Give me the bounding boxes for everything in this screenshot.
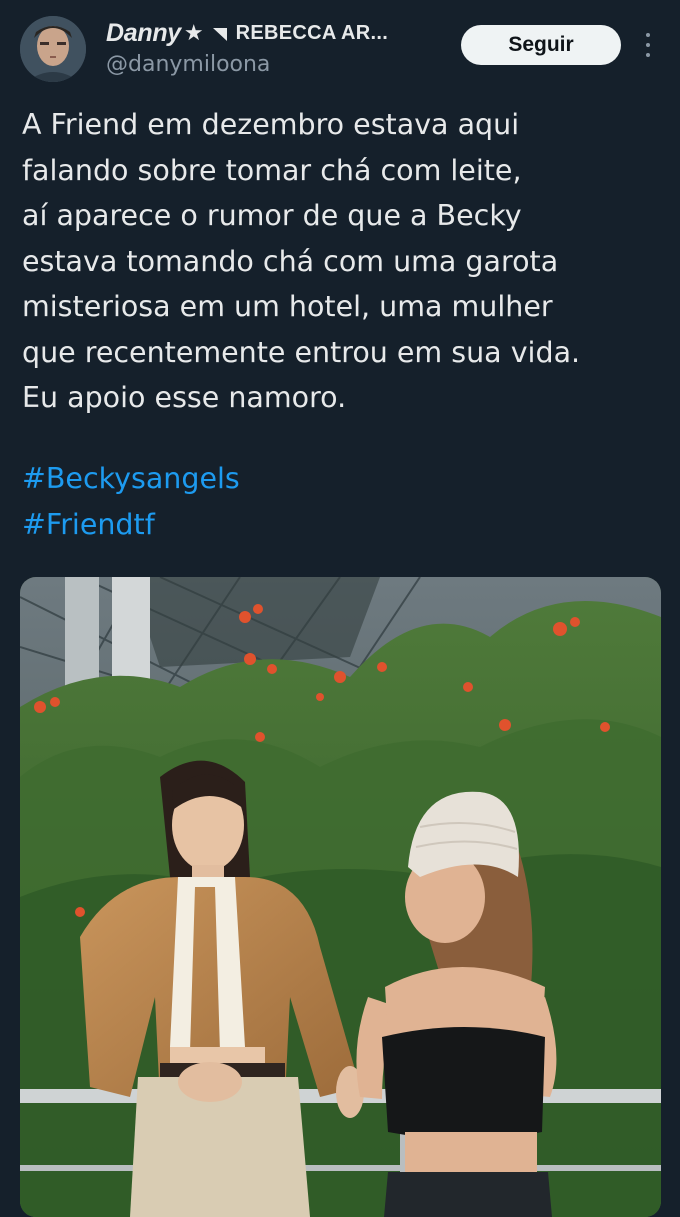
tweet-text-line: falando sobre tomar chá com leite, [22, 153, 522, 187]
corner-flag-icon [212, 25, 228, 41]
more-vertical-icon[interactable] [640, 30, 656, 60]
avatar[interactable] [20, 16, 86, 82]
tweet-text-line: estava tomando chá com uma garota [22, 244, 559, 278]
hashtag-link[interactable]: #Friendtf [22, 502, 240, 548]
more-dot [646, 33, 650, 37]
tweet-text-line: A Friend em dezembro estava aqui [22, 108, 520, 141]
tweet-text-line: Eu apoio esse namoro. [22, 381, 347, 414]
star-icon: ★ [183, 20, 204, 46]
tweet-text-line: que recentemente entrou em sua vida. [22, 335, 581, 369]
tweet-text: A Friend em dezembro estava aqui falando… [22, 102, 662, 421]
author-name-line[interactable]: Danny ★ REBECCA AR... [106, 16, 388, 50]
display-name-suffix: REBECCA AR... [235, 21, 389, 44]
tweet-photo[interactable] [20, 577, 661, 1217]
follow-button[interactable]: Seguir [461, 25, 621, 65]
display-name[interactable]: Danny [106, 19, 181, 48]
more-dot [646, 53, 650, 57]
avatar-image [20, 16, 86, 82]
more-dot [646, 43, 650, 47]
user-handle[interactable]: @danymiloona [106, 52, 270, 77]
hashtag-link[interactable]: #Beckysangels [22, 456, 240, 502]
hashtag-list: #Beckysangels #Friendtf [22, 456, 240, 547]
photo-image [20, 577, 661, 1217]
tweet-text-line: aí aparece o rumor de que a Becky [22, 199, 522, 232]
tweet-header: Danny ★ REBECCA AR... @danymiloona Segui… [0, 0, 680, 90]
tweet-text-line: misteriosa em um hotel, uma mulher [22, 290, 553, 323]
